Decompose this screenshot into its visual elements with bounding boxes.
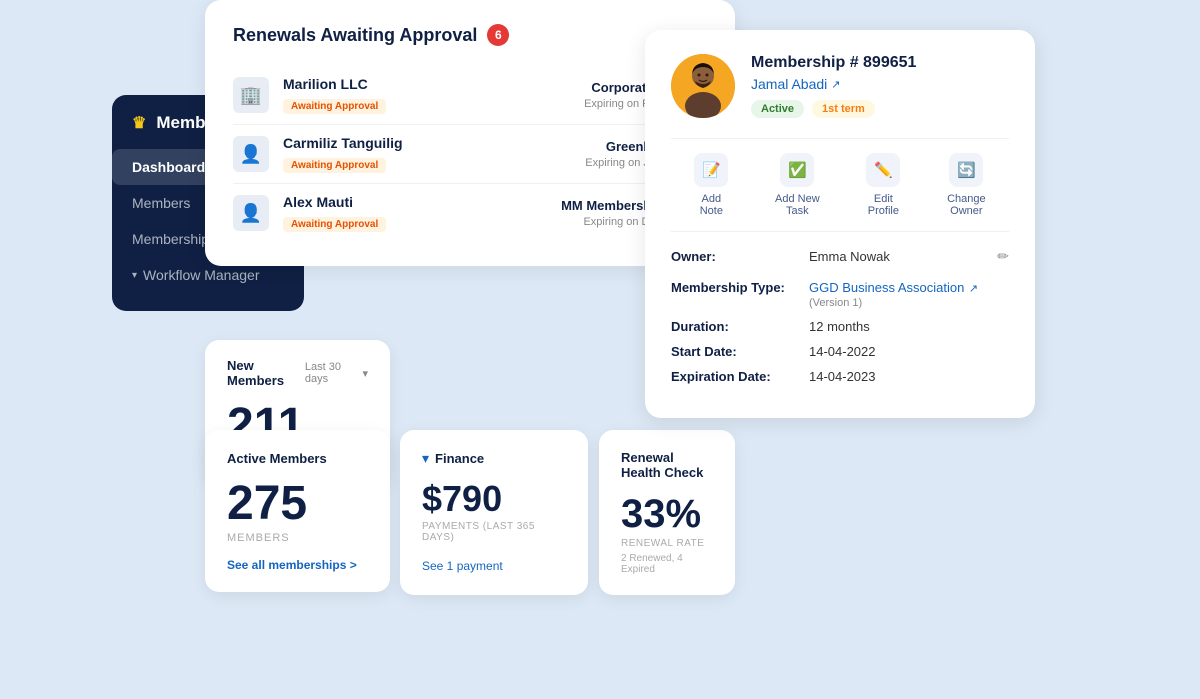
profile-actions: 📝 AddNote ✅ Add NewTask ✏️ EditProfile 🔄… [671,138,1009,232]
renewal-name: Marilion LLC [283,76,570,92]
owner-row: Owner: Emma Nowak ✏ [671,248,1009,265]
renewals-badge: 6 [487,24,509,46]
add-note-icon: 📝 [694,153,728,187]
membership-type-row: Membership Type: GGD Business Associatio… [671,279,1009,309]
change-owner-label: ChangeOwner [947,193,986,217]
membership-type-label: Membership Type: [671,280,801,295]
chevron-down-icon: ▾ [132,270,137,281]
duration-value: 12 months [809,319,870,334]
term-badge: 1st term [812,100,875,118]
edit-profile-icon: ✏️ [866,153,900,187]
edit-profile-label: EditProfile [868,193,899,217]
owner-value: Emma Nowak [809,249,890,264]
health-check-title: Renewal Health Check [621,450,713,480]
start-date-row: Start Date: 14-04-2022 [671,344,1009,359]
renewals-title: Renewals Awaiting Approval [233,25,477,46]
active-members-count: 275 [227,480,368,528]
profile-badges: Active 1st term [751,100,1009,118]
profile-info: Membership # 899651 Jamal Abadi ↗ Active… [751,54,1009,118]
renewal-name: Carmiliz Tanguilig [283,135,571,151]
finance-title: Finance [435,451,484,466]
avatar [671,54,735,118]
person-icon: 👤 [233,136,269,172]
add-note-label: AddNote [700,193,723,217]
profile-top: Membership # 899651 Jamal Abadi ↗ Active… [671,54,1009,118]
renewal-info: Alex Mauti Awaiting Approval [283,194,547,232]
profile-card: Membership # 899651 Jamal Abadi ↗ Active… [645,30,1035,418]
crown-icon: ♛ [132,113,146,133]
renewal-rate-label: RENEWAL RATE [621,538,713,549]
membership-type-value[interactable]: GGD Business Association [809,280,964,295]
health-percent: 33% [621,494,713,534]
active-members-title: Active Members [227,451,327,466]
finance-card: ▾ Finance $790 PAYMENTS (LAST 365 DAYS) … [400,430,588,595]
finance-amount: $790 [422,481,566,517]
edit-owner-icon[interactable]: ✏ [997,248,1009,265]
membership-type-sub: (Version 1) [809,297,978,309]
chevron-down-icon: ▾ [422,450,429,467]
duration-row: Duration: 12 months [671,319,1009,334]
date-filter[interactable]: Last 30 days ▾ [305,361,368,385]
start-date-value: 14-04-2022 [809,344,876,359]
health-check-card: Renewal Health Check 33% RENEWAL RATE 2 … [599,430,735,595]
external-link-icon[interactable]: ↗ [969,283,978,295]
sidebar-item-label: Workflow Manager [143,267,259,283]
chevron-down-icon: ▾ [362,367,368,380]
change-owner-icon: 🔄 [949,153,983,187]
status-badge: Awaiting Approval [283,217,386,232]
see-all-memberships-link[interactable]: See all memberships > [227,558,368,572]
see-payment-link[interactable]: See 1 payment [422,559,503,573]
renewal-name: Alex Mauti [283,194,547,210]
renewal-detail: 2 Renewed, 4 Expired [621,553,713,575]
new-members-header: New Members Last 30 days ▾ [227,358,368,388]
change-owner-action[interactable]: 🔄 ChangeOwner [947,153,986,217]
renewal-info: Marilion LLC Awaiting Approval [283,76,570,114]
new-members-title: New Members [227,358,305,388]
add-task-action[interactable]: ✅ Add NewTask [775,153,820,217]
start-date-label: Start Date: [671,344,801,359]
status-badge: Awaiting Approval [283,158,386,173]
renewals-header: Renewals Awaiting Approval 6 [233,24,707,46]
duration-label: Duration: [671,319,801,334]
add-task-icon: ✅ [780,153,814,187]
profile-name: Jamal Abadi ↗ [751,76,1009,92]
building-icon: 🏢 [233,77,269,113]
renewal-row[interactable]: 👤 Carmiliz Tanguilig Awaiting Approval G… [233,125,707,184]
owner-label: Owner: [671,249,801,264]
membership-number: Membership # 899651 [751,54,1009,72]
renewal-row[interactable]: 🏢 Marilion LLC Awaiting Approval Corpora… [233,66,707,125]
finance-sublabel: PAYMENTS (LAST 365 DAYS) [422,521,566,543]
external-link-icon[interactable]: ↗ [831,78,840,91]
expiration-date-label: Expiration Date: [671,369,801,384]
renewal-row[interactable]: 👤 Alex Mauti Awaiting Approval MM Member… [233,184,707,242]
renewal-info: Carmiliz Tanguilig Awaiting Approval [283,135,571,173]
edit-profile-action[interactable]: ✏️ EditProfile [866,153,900,217]
finance-header: ▾ Finance [422,450,566,467]
add-note-action[interactable]: 📝 AddNote [694,153,728,217]
expiration-date-value: 14-04-2023 [809,369,876,384]
add-task-label: Add NewTask [775,193,820,217]
status-badge: Awaiting Approval [283,99,386,114]
active-members-unit: MEMBERS [227,532,368,544]
active-badge: Active [751,100,804,118]
active-members-card: Active Members 275 MEMBERS See all membe… [205,430,390,592]
expiration-date-row: Expiration Date: 14-04-2023 [671,369,1009,384]
person-icon: 👤 [233,195,269,231]
